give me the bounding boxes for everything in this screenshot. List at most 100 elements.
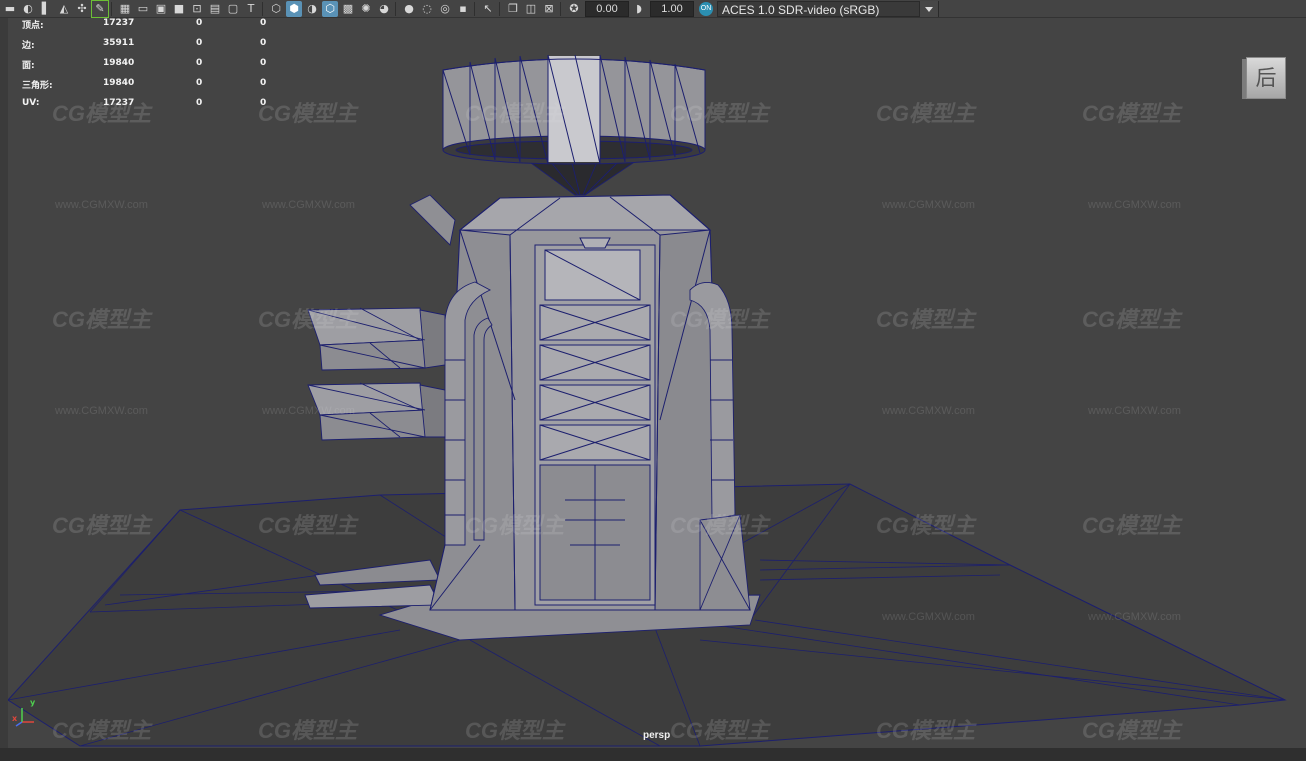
poly-count-hud: 顶点: 17237 0 0 边: 35911 0 0 面: 19840 0 0 … [22, 18, 282, 118]
view-cube-face-back[interactable]: 后 [1246, 57, 1286, 99]
viewport-toolbar: ▬ ◐ ▌ ◭ ✣ ✎ ▦ ▭ ▣ ■ ⊡ ▤ ▢ T ⬡ ⬢ ◑ ⬡ ▩ ✺ … [0, 0, 1306, 18]
camera-name-label: persp [643, 730, 671, 741]
colorspace-dropdown[interactable]: ACES 1.0 SDR-video (sRGB) [717, 0, 939, 17]
toolbar-separator [262, 1, 263, 16]
watermark-url: www.CGMXW.com [882, 199, 975, 211]
view-cube[interactable]: 后 [1242, 55, 1290, 101]
camera-attr-icon[interactable]: ◐ [20, 1, 36, 17]
viewport-bottom-border [0, 748, 1306, 761]
hud-value: 19840 [103, 58, 135, 68]
watermark-logo: CG模型主 [465, 101, 565, 126]
backface-icon[interactable]: ◫ [523, 1, 539, 17]
hud-row-triangles: 三角形: 19840 0 0 [22, 78, 282, 98]
toolbar-separator [560, 1, 561, 16]
safe-action-icon[interactable]: ■ [171, 1, 187, 17]
hud-value: 17237 [103, 18, 135, 28]
watermark-url: www.CGMXW.com [1088, 405, 1181, 417]
watermark-logo: CG模型主 [670, 101, 770, 126]
text-icon[interactable]: T [243, 1, 259, 17]
hud-label: UV: [22, 98, 40, 108]
hud-value: 17237 [103, 98, 135, 108]
gamma-icon[interactable]: ◗ [631, 1, 647, 17]
viewport-left-border [0, 18, 8, 748]
hud-row-edges: 边: 35911 0 0 [22, 38, 282, 58]
gamma-field[interactable]: 1.00 [650, 0, 694, 17]
safe-title-icon[interactable]: ▤ [207, 1, 223, 17]
motion-blur-icon[interactable]: ◌ [419, 1, 435, 17]
watermark-logo: CG模型主 [1082, 718, 1182, 743]
watermark-logo: CG模型主 [52, 307, 152, 332]
shadows-icon[interactable]: ◕ [376, 1, 392, 17]
maya-viewport-app: ▬ ◐ ▌ ◭ ✣ ✎ ▦ ▭ ▣ ■ ⊡ ▤ ▢ T ⬡ ⬢ ◑ ⬡ ▩ ✺ … [0, 0, 1306, 761]
color-management-toggle[interactable]: ON [699, 1, 713, 16]
hud-value: 0 [196, 98, 203, 108]
watermark-url: www.CGMXW.com [882, 405, 975, 417]
axis-x-label: x [12, 714, 18, 723]
grid-icon[interactable]: ✣ [74, 1, 90, 17]
xray-joints-icon[interactable]: ❐ [505, 1, 521, 17]
field-chart-icon[interactable]: ⊡ [189, 1, 205, 17]
hud-value: 0 [260, 58, 267, 68]
exposure-field[interactable]: 0.00 [585, 0, 629, 17]
bookmark-icon[interactable]: ▌ [38, 1, 54, 17]
hud-label: 三角形: [22, 81, 53, 91]
resolution-gate-icon[interactable]: ▣ [153, 1, 169, 17]
hud-value: 19840 [103, 78, 135, 88]
camera-icon[interactable]: ▬ [2, 1, 18, 17]
watermark-url: www.CGMXW.com [55, 199, 148, 211]
hud-row-vertices: 顶点: 17237 0 0 [22, 18, 282, 38]
select-highlight-icon[interactable]: ⊠ [541, 1, 557, 17]
watermark-logo: CG模型主 [52, 718, 152, 743]
hud-value: 0 [260, 98, 267, 108]
hud-value: 0 [260, 38, 267, 48]
watermark-logo: CG模型主 [876, 307, 976, 332]
watermark-logo: CG模型主 [52, 513, 152, 538]
hud-label: 面: [22, 61, 35, 71]
axis-y-label: y [30, 698, 36, 707]
watermark-logo: CG模型主 [670, 307, 770, 332]
watermark-logo: CG模型主 [876, 718, 976, 743]
grid-toggle-icon[interactable]: ▦ [117, 1, 133, 17]
watermark-logo: CG模型主 [670, 718, 770, 743]
colorspace-value: ACES 1.0 SDR-video (sRGB) [722, 2, 880, 17]
dof-icon[interactable]: ▪ [455, 1, 471, 17]
watermark-logo: CG模型主 [258, 307, 358, 332]
watermark-logo: CG模型主 [876, 101, 976, 126]
watermark-logo: CG模型主 [465, 513, 565, 538]
watermark-logo: CG模型主 [258, 718, 358, 743]
toolbar-separator [111, 1, 112, 16]
exposure-icon[interactable]: ✪ [566, 1, 582, 17]
watermark-logo: CG模型主 [876, 513, 976, 538]
antialias-icon[interactable]: ◎ [437, 1, 453, 17]
ambient-occlusion-icon[interactable]: ● [401, 1, 417, 17]
watermark-logo: CG模型主 [1082, 513, 1182, 538]
textured-icon[interactable]: ⬡ [322, 0, 338, 17]
hud-label: 顶点: [22, 21, 44, 31]
xray-icon[interactable]: ▩ [340, 1, 356, 17]
watermark-url: www.CGMXW.com [262, 199, 355, 211]
hud-value: 0 [196, 38, 203, 48]
shade-all-icon[interactable]: ◑ [304, 1, 320, 17]
isolate-icon[interactable]: ↖ [480, 1, 496, 17]
hud-value: 0 [260, 78, 267, 88]
hud-value: 0 [260, 18, 267, 28]
film-gate-icon[interactable]: ▭ [135, 1, 151, 17]
hud-value: 0 [196, 18, 203, 28]
hud-value: 0 [196, 78, 203, 88]
axis-gizmo: y x [12, 698, 42, 728]
wireframe-icon[interactable]: ⬡ [268, 1, 284, 17]
use-lights-icon[interactable]: ✺ [358, 1, 374, 17]
hud-row-faces: 面: 19840 0 0 [22, 58, 282, 78]
chevron-down-icon[interactable] [919, 0, 938, 17]
gate-mask-icon[interactable]: ▢ [225, 1, 241, 17]
hud-label: 边: [22, 41, 35, 51]
watermark-logo: CG模型主 [258, 513, 358, 538]
pencil-icon[interactable]: ✎ [91, 0, 109, 18]
watermark-url: www.CGMXW.com [55, 405, 148, 417]
smooth-shade-icon[interactable]: ⬢ [286, 0, 302, 17]
watermark-logo: CG模型主 [1082, 307, 1182, 332]
watermark-url: www.CGMXW.com [262, 405, 355, 417]
image-plane-icon[interactable]: ◭ [56, 1, 72, 17]
toolbar-separator [395, 1, 396, 16]
watermark-logo: CG模型主 [1082, 101, 1182, 126]
